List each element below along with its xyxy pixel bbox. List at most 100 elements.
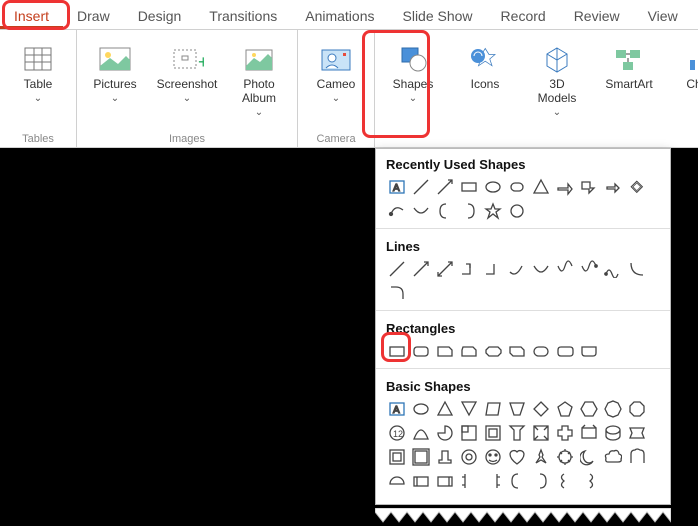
shape-basic-23[interactable]	[410, 446, 432, 468]
shape-recent-7[interactable]	[554, 176, 576, 198]
shape-basic-8[interactable]	[578, 398, 600, 420]
tab-slideshow[interactable]: Slide Show	[389, 4, 487, 29]
cameo-button[interactable]: Cameo ⌄	[302, 36, 370, 108]
shape-basic-31[interactable]	[602, 446, 624, 468]
tab-draw[interactable]: Draw	[63, 4, 124, 29]
shape-line-3[interactable]	[458, 258, 480, 280]
shape-line-2[interactable]	[434, 258, 456, 280]
shape-basic-17[interactable]	[530, 422, 552, 444]
shape-line-9[interactable]	[602, 258, 624, 280]
shape-basic-33[interactable]	[386, 470, 408, 492]
shape-recent-1[interactable]	[410, 176, 432, 198]
shape-line-10[interactable]	[626, 258, 648, 280]
shape-recent-3[interactable]	[458, 176, 480, 198]
shape-basic-30[interactable]	[578, 446, 600, 468]
shape-recent-9[interactable]	[602, 176, 624, 198]
shape-basic-35[interactable]	[434, 470, 456, 492]
shape-line-0[interactable]	[386, 258, 408, 280]
shape-basic-36[interactable]	[458, 470, 480, 492]
photo-album-button[interactable]: Photo Album ⌄	[225, 36, 293, 122]
shape-basic-1[interactable]	[410, 398, 432, 420]
shape-basic-20[interactable]	[602, 422, 624, 444]
shape-line-8[interactable]	[578, 258, 600, 280]
shape-recent-16[interactable]	[506, 200, 528, 222]
shape-rect-3[interactable]	[458, 340, 480, 362]
shapes-button[interactable]: Shapes ⌄	[379, 36, 447, 122]
shape-basic-39[interactable]	[530, 470, 552, 492]
shape-rect-4[interactable]	[482, 340, 504, 362]
shape-recent-11[interactable]	[386, 200, 408, 222]
table-button[interactable]: Table ⌄	[4, 36, 72, 108]
icons-button[interactable]: Icons	[451, 36, 519, 122]
shape-rect-1[interactable]	[410, 340, 432, 362]
shape-basic-10[interactable]	[626, 398, 648, 420]
shape-basic-26[interactable]	[482, 446, 504, 468]
shape-recent-13[interactable]	[434, 200, 456, 222]
tab-record[interactable]: Record	[487, 4, 560, 29]
tab-insert[interactable]: Insert	[0, 4, 63, 29]
shape-rect-7[interactable]	[554, 340, 576, 362]
shape-recent-4[interactable]	[482, 176, 504, 198]
tab-view[interactable]: View	[634, 4, 692, 29]
shape-rect-5[interactable]	[506, 340, 528, 362]
shape-basic-2[interactable]	[434, 398, 456, 420]
tab-animations[interactable]: Animations	[291, 4, 388, 29]
shape-recent-8[interactable]	[578, 176, 600, 198]
shape-basic-16[interactable]	[506, 422, 528, 444]
tab-design[interactable]: Design	[124, 4, 196, 29]
shape-line-7[interactable]	[554, 258, 576, 280]
shape-line-5[interactable]	[506, 258, 528, 280]
shape-basic-25[interactable]	[458, 446, 480, 468]
shape-line-6[interactable]	[530, 258, 552, 280]
shape-basic-15[interactable]	[482, 422, 504, 444]
shape-line-4[interactable]	[482, 258, 504, 280]
shape-basic-5[interactable]	[506, 398, 528, 420]
shape-basic-11[interactable]: 12	[386, 422, 408, 444]
shape-recent-5[interactable]	[506, 176, 528, 198]
shape-basic-6[interactable]	[530, 398, 552, 420]
shape-basic-4[interactable]	[482, 398, 504, 420]
shape-basic-19[interactable]	[578, 422, 600, 444]
shape-rect-6[interactable]	[530, 340, 552, 362]
shape-basic-24[interactable]	[434, 446, 456, 468]
shape-basic-7[interactable]	[554, 398, 576, 420]
shape-basic-38[interactable]	[506, 470, 528, 492]
shape-basic-40[interactable]	[554, 470, 576, 492]
screenshot-button[interactable]: + Screenshot ⌄	[153, 36, 221, 122]
tab-review[interactable]: Review	[560, 4, 634, 29]
models-button[interactable]: 3D Models ⌄	[523, 36, 591, 122]
shape-rect-8[interactable]	[578, 340, 600, 362]
shape-basic-27[interactable]	[506, 446, 528, 468]
shape-recent-0[interactable]: A	[386, 176, 408, 198]
tab-transitions[interactable]: Transitions	[195, 4, 291, 29]
chart-button[interactable]: Chart	[667, 36, 698, 122]
shape-basic-29[interactable]	[554, 446, 576, 468]
shape-basic-12[interactable]	[410, 422, 432, 444]
shape-basic-32[interactable]	[626, 446, 648, 468]
shape-basic-21[interactable]	[626, 422, 648, 444]
shape-basic-18[interactable]	[554, 422, 576, 444]
shape-basic-14[interactable]	[458, 422, 480, 444]
shape-basic-34[interactable]	[410, 470, 432, 492]
shape-line-11[interactable]	[386, 282, 408, 304]
shape-basic-28[interactable]	[530, 446, 552, 468]
shape-recent-10[interactable]	[626, 176, 648, 198]
shape-basic-22[interactable]	[386, 446, 408, 468]
svg-text:A: A	[393, 183, 400, 194]
pictures-button[interactable]: Pictures ⌄	[81, 36, 149, 122]
shape-basic-3[interactable]	[458, 398, 480, 420]
shape-rect-2[interactable]	[434, 340, 456, 362]
shape-recent-2[interactable]	[434, 176, 456, 198]
smartart-button[interactable]: SmartArt	[595, 36, 663, 122]
shape-line-1[interactable]	[410, 258, 432, 280]
shape-rect-0[interactable]	[386, 340, 408, 362]
shape-recent-12[interactable]	[410, 200, 432, 222]
shape-recent-14[interactable]	[458, 200, 480, 222]
shape-basic-13[interactable]	[434, 422, 456, 444]
shape-basic-37[interactable]	[482, 470, 504, 492]
shape-recent-15[interactable]	[482, 200, 504, 222]
shape-basic-41[interactable]	[578, 470, 600, 492]
shape-basic-9[interactable]	[602, 398, 624, 420]
shape-recent-6[interactable]	[530, 176, 552, 198]
shape-basic-0[interactable]: A	[386, 398, 408, 420]
